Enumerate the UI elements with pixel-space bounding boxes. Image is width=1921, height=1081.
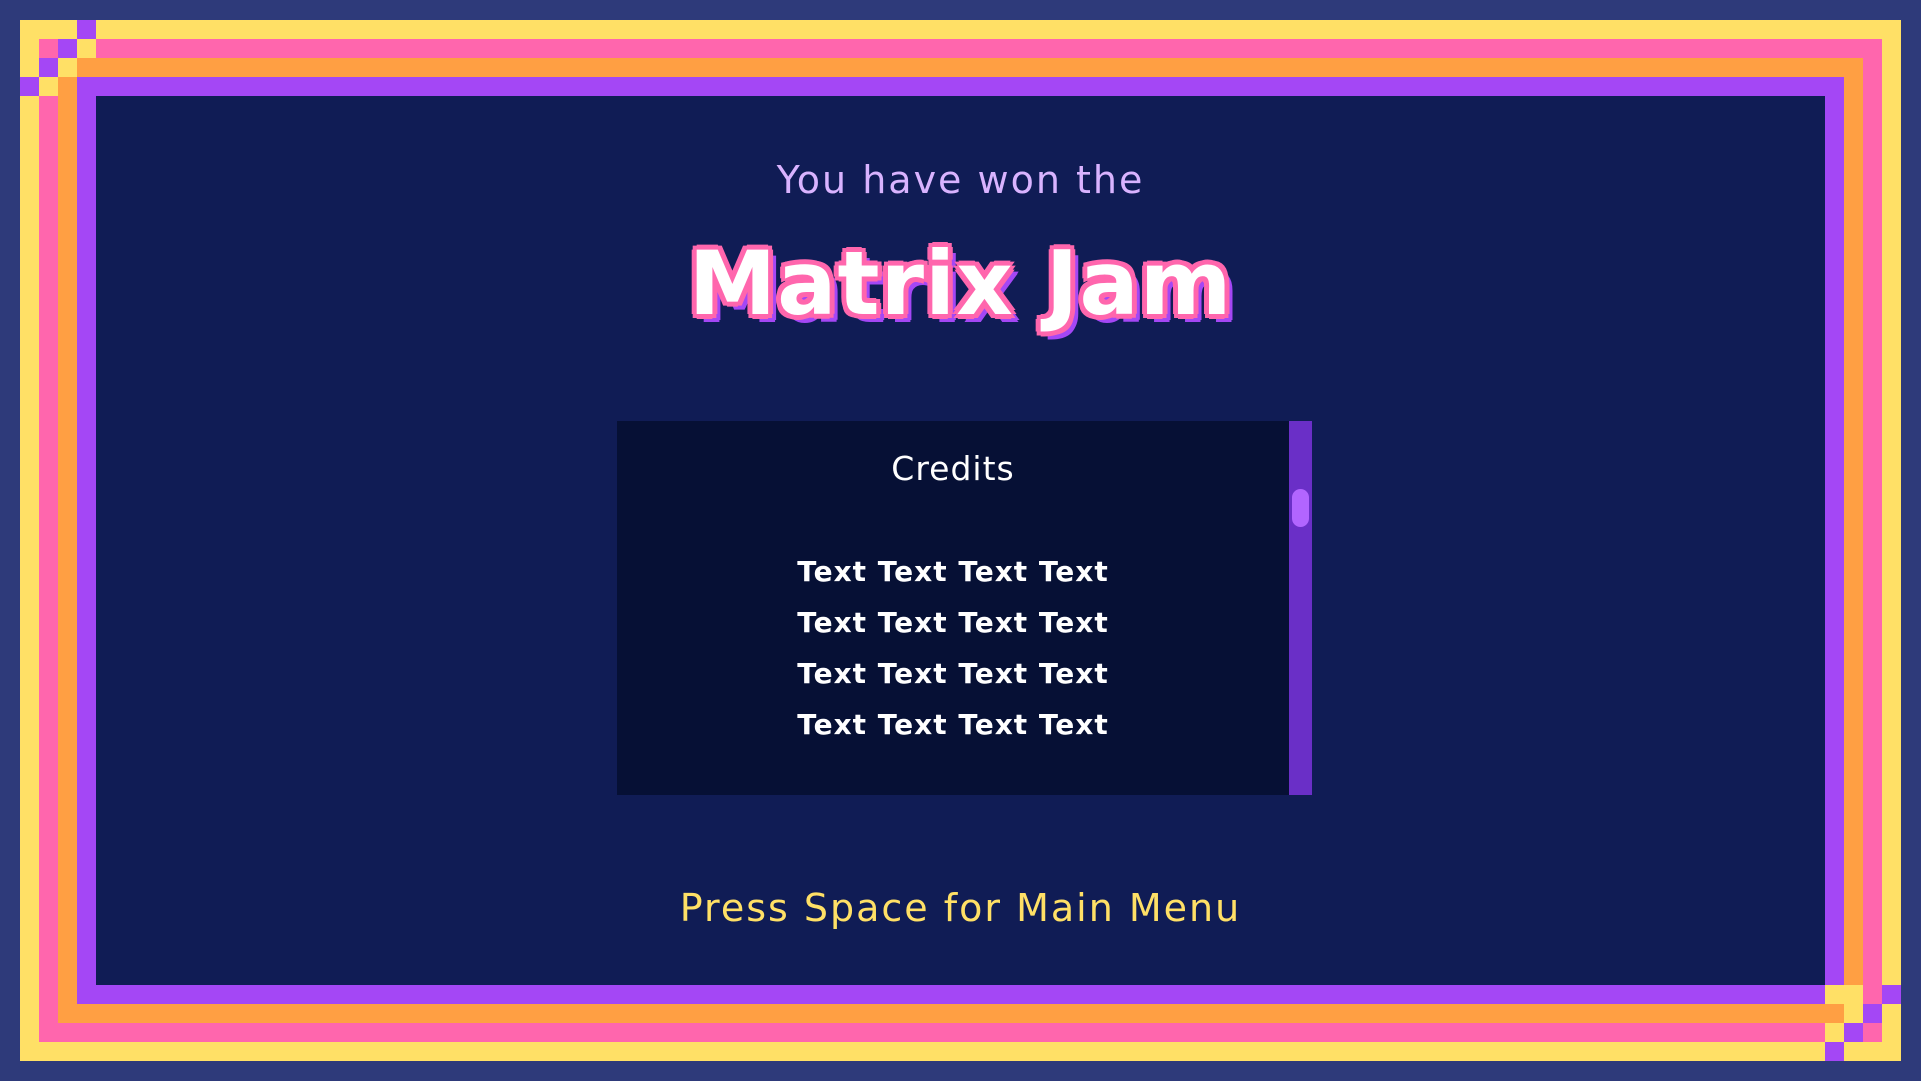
- credits-heading: Credits: [891, 449, 1015, 488]
- frame-corner-pixel: [1863, 1004, 1882, 1023]
- credits-line: Text Text Text Text: [797, 657, 1109, 690]
- frame-corner-pixel: [77, 20, 96, 39]
- victory-screen: You have won the Matrix Jam Credits Text…: [0, 0, 1921, 1081]
- credits-panel[interactable]: Credits Text Text Text Text Text Text Te…: [617, 421, 1289, 795]
- credits-line: Text Text Text Text: [797, 606, 1109, 639]
- credits-scrollbar[interactable]: [1289, 421, 1312, 795]
- frame-corner-pixel: [1825, 1023, 1844, 1042]
- credits-scroll-thumb[interactable]: [1292, 489, 1309, 527]
- frame-corner-pixel: [77, 39, 96, 58]
- credits-line: Text Text Text Text: [797, 555, 1109, 588]
- frame-corner-pixel: [20, 77, 39, 96]
- main-menu-prompt: Press Space for Main Menu: [679, 886, 1242, 930]
- frame-corner-pixel: [1825, 985, 1844, 1004]
- win-subtitle: You have won the: [776, 158, 1145, 202]
- credits-list: Text Text Text Text Text Text Text Text …: [617, 546, 1289, 750]
- frame-corner-pixel: [39, 58, 58, 77]
- frame-corner-pixel: [1882, 985, 1901, 1004]
- frame-corner-pixel: [58, 58, 77, 77]
- frame-corner-pixel: [39, 77, 58, 96]
- credits-line: Text Text Text Text: [797, 708, 1109, 741]
- frame-corner-pixel: [1844, 985, 1863, 1004]
- game-title: Matrix Jam: [688, 232, 1233, 335]
- frame-corner-pixel: [1844, 1004, 1863, 1023]
- frame-corner-pixel: [58, 39, 77, 58]
- frame-corner-pixel: [1844, 1023, 1863, 1042]
- frame-corner-pixel: [1825, 1042, 1844, 1061]
